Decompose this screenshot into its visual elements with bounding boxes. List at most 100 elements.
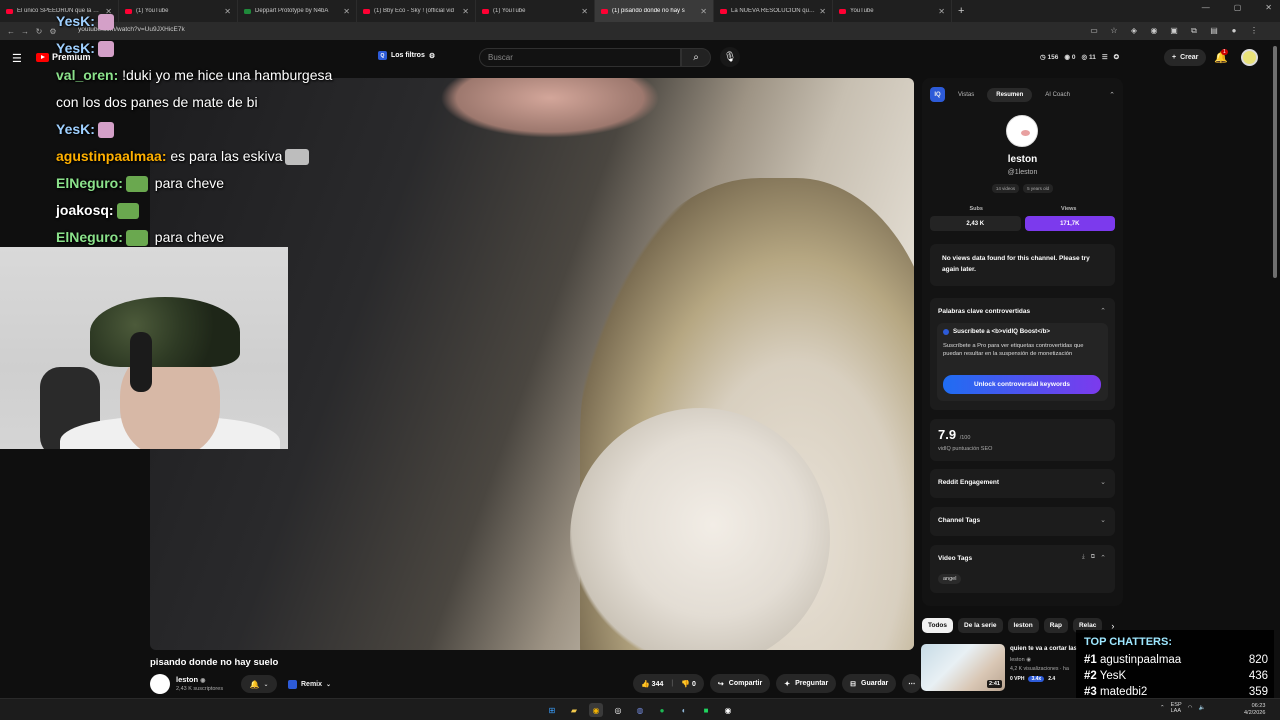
taskbar-apps: ⊞ ▰ ◉ ◎ ◍ ● ◐ ■ ◉ — [545, 703, 735, 717]
back-icon[interactable]: ← — [4, 27, 18, 36]
copy-icon[interactable]: ⧉ — [1091, 554, 1095, 561]
search-button[interactable]: ⌕ — [681, 48, 711, 67]
close-tab-icon[interactable]: ✕ — [462, 7, 469, 16]
video-title: pisando donde no hay suelo — [150, 657, 279, 668]
user-avatar[interactable] — [1241, 49, 1258, 66]
share-icon: ↪ — [717, 680, 724, 688]
wifi-icon[interactable]: ◠ — [1188, 705, 1193, 711]
chat-message: val_oren: !duki yo me hice una hamburges… — [56, 67, 333, 83]
subs-value[interactable]: 2,43 K — [930, 216, 1021, 231]
views-value[interactable]: 171,7K — [1024, 216, 1115, 231]
chip-todos[interactable]: Todos — [922, 618, 954, 633]
close-tab-icon[interactable]: ✕ — [581, 7, 588, 16]
download-icon[interactable]: ⤓ — [1082, 554, 1085, 561]
obs-icon[interactable]: ◉ — [721, 703, 735, 717]
chat-message: YesK: — [56, 116, 386, 143]
vidiq-menu-icon[interactable]: ☰ — [1102, 53, 1108, 61]
hamburger-menu-icon[interactable]: ☰ — [12, 52, 22, 65]
vidiq-dot-icon — [943, 328, 949, 335]
voice-search-button[interactable]: 🎙 — [720, 47, 740, 67]
reddit-engagement-card[interactable]: Reddit Engagement ⌄ — [930, 469, 1115, 498]
like-button[interactable]: 👍 344 — [641, 680, 663, 688]
dislike-button[interactable]: 👎 0 — [681, 680, 696, 688]
bookmark-star-icon[interactable]: ☆ — [1108, 25, 1120, 36]
discord-icon[interactable]: ◍ — [633, 703, 647, 717]
channel-tags-card[interactable]: Channel Tags ⌄ — [930, 507, 1115, 536]
minimize-icon[interactable]: — — [1202, 3, 1210, 12]
notification-badge: 1 — [1221, 49, 1228, 55]
new-tab-icon[interactable]: + — [952, 5, 970, 17]
extension-icon[interactable]: ▣ — [1168, 25, 1180, 36]
chip-leston[interactable]: leston — [1007, 618, 1039, 633]
browser-tab[interactable]: YouTube ✕ — [833, 0, 952, 22]
extension-icon[interactable]: ◉ — [1148, 25, 1160, 36]
spotify-icon[interactable]: ● — [655, 703, 669, 717]
bookmark-icon: ⊟ — [850, 680, 857, 688]
chevron-up-icon[interactable]: ⌃ — [1100, 554, 1106, 562]
video-tag[interactable]: angel — [938, 574, 962, 584]
clock[interactable]: 06:23 4/2/2026 — [1244, 703, 1265, 717]
chevron-up-icon[interactable]: ⌃ — [1109, 91, 1115, 99]
tab-vistas[interactable]: Vistas — [949, 88, 983, 102]
related-video-thumbnail[interactable]: 2:41 — [921, 644, 1005, 691]
reload-icon[interactable]: ↻ — [32, 27, 46, 36]
share-button[interactable]: ↪ Compartir — [709, 674, 771, 693]
close-tab-icon[interactable]: ✕ — [700, 7, 707, 16]
close-tab-icon[interactable]: ✕ — [819, 7, 826, 16]
chrome-icon[interactable]: ◉ — [589, 703, 603, 717]
save-button[interactable]: ⊟ Guardar — [842, 674, 897, 693]
video-tags-card: Video Tags ⤓ ⧉ ⌃ angel — [930, 545, 1115, 593]
extension-icon[interactable]: ⧉ — [1188, 25, 1200, 36]
chip-rap[interactable]: Rap — [1043, 618, 1068, 633]
channel-name[interactable]: leston ◉ — [176, 675, 205, 684]
webcam-headset — [130, 332, 152, 392]
more-actions-button[interactable]: ⋯ — [902, 674, 922, 693]
window-controls: — ▢ ✕ — [1202, 3, 1272, 12]
tab-resumen[interactable]: Resumen — [987, 87, 1033, 102]
vidiq-channel-avatar — [1006, 115, 1038, 147]
file-explorer-icon[interactable]: ▰ — [567, 703, 581, 717]
notifications-button[interactable]: 🔔 1 — [1214, 49, 1228, 64]
browser-tab[interactable]: La NUEVA RESOLUCIÓN que t ✕ — [714, 0, 833, 22]
close-tab-icon[interactable]: ✕ — [938, 7, 945, 16]
create-button[interactable]: + Crear — [1164, 49, 1207, 66]
game-icon[interactable]: ■ — [699, 703, 713, 717]
seo-score: 7.9 /100 — [938, 427, 971, 442]
views-label: Views — [1061, 206, 1077, 212]
unlock-keywords-button[interactable]: Unlock controversial keywords — [943, 375, 1101, 394]
remix-button[interactable]: Remix ⌄ — [282, 675, 337, 693]
streamer-webcam — [0, 247, 288, 449]
channel-avatar[interactable] — [150, 674, 170, 694]
subscription-bell-button[interactable]: 🔔 ⌄ — [241, 675, 277, 693]
vidiq-stat-values: 2,43 K 171,7K — [930, 216, 1115, 231]
maximize-icon[interactable]: ▢ — [1234, 3, 1242, 12]
forward-icon[interactable]: → — [18, 27, 32, 36]
language-indicator[interactable]: ESP LAA — [1171, 702, 1182, 714]
close-window-icon[interactable]: ✕ — [1265, 3, 1272, 12]
related-video-views: 4,2 K visualizaciones · ha — [1010, 666, 1069, 672]
search-input[interactable]: Buscar — [479, 48, 681, 67]
tray-chevron-icon[interactable]: ⌃ — [1160, 705, 1165, 711]
filters-chip[interactable]: Q Los filtros ⚙ — [378, 51, 435, 60]
browser-tab[interactable]: (1) YouTube ✕ — [476, 0, 595, 22]
windows-start-icon[interactable]: ⊞ — [545, 703, 559, 717]
tab-ai-coach[interactable]: AI Coach — [1036, 88, 1079, 102]
chevron-right-icon[interactable]: › — [1111, 621, 1114, 631]
sidebar-icon[interactable]: ▤ — [1208, 25, 1220, 36]
chip-de-la-serie[interactable]: De la serie — [958, 618, 1003, 633]
page-scrollbar[interactable] — [1273, 46, 1277, 278]
chevron-up-icon[interactable]: ⌃ — [1100, 307, 1106, 315]
steam-icon[interactable]: ◐ — [677, 703, 691, 717]
profile-icon[interactable]: ● — [1228, 25, 1240, 36]
vidiq-lightbulb-icon[interactable]: ✪ — [1114, 53, 1119, 61]
stream-chat-overlay: YesK: YesK: val_oren: !duki yo me hice u… — [56, 8, 386, 251]
extension-icon[interactable]: ◈ — [1128, 25, 1140, 36]
browser-tab-active[interactable]: (1) pisando donde no hay s ✕ — [595, 0, 714, 22]
keywords-header: Palabras clave controvertidas — [938, 308, 1031, 315]
app-icon[interactable]: ◎ — [611, 703, 625, 717]
vidiq-channel-meta: 14 videos 5 years old — [922, 184, 1123, 193]
ask-button[interactable]: ✦ Preguntar — [776, 674, 837, 693]
cast-icon[interactable]: ▭ — [1088, 25, 1100, 36]
menu-dots-icon[interactable]: ⋮ — [1248, 25, 1260, 36]
volume-icon[interactable]: 🔈 — [1198, 705, 1205, 711]
